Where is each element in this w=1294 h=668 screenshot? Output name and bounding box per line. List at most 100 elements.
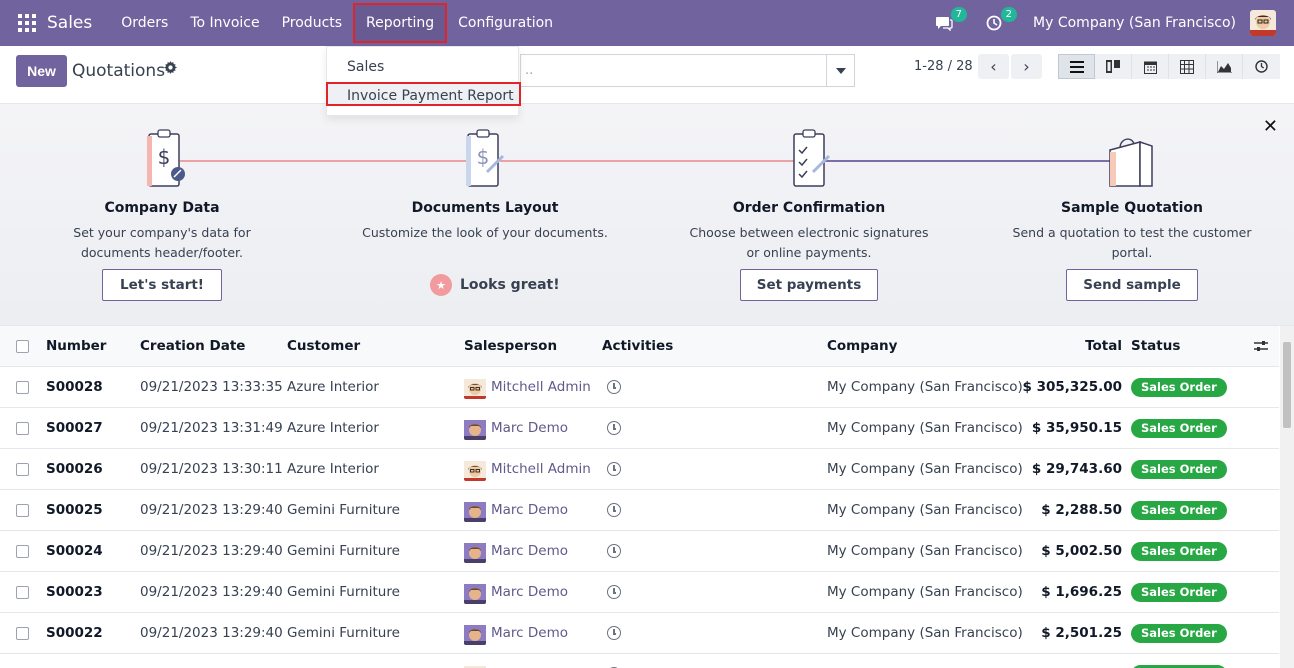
avatar xyxy=(464,418,486,440)
clock-icon[interactable] xyxy=(607,421,621,435)
menu-products[interactable]: Products xyxy=(271,0,353,46)
col-company[interactable]: Company xyxy=(827,326,897,367)
status-badge: Sales Order xyxy=(1131,583,1227,602)
new-button[interactable]: New xyxy=(16,55,67,87)
menu-item-invoice-payment-report[interactable]: Invoice Payment Report xyxy=(326,82,521,106)
row-checkbox[interactable] xyxy=(16,504,29,517)
reporting-dropdown: Sales Invoice Payment Report xyxy=(326,46,521,116)
col-creation-date[interactable]: Creation Date xyxy=(140,326,245,367)
cell-salesperson[interactable] xyxy=(464,654,491,668)
cell-number: S00027 xyxy=(46,420,103,436)
menu-configuration[interactable]: Configuration xyxy=(447,0,564,46)
page-title: Quotations xyxy=(72,61,166,81)
clock-icon[interactable] xyxy=(607,626,621,640)
step-title: Documents Layout xyxy=(411,200,559,216)
graph-view-button[interactable] xyxy=(1206,54,1243,79)
clock-icon[interactable] xyxy=(607,380,621,394)
onboarding-step-order-confirmation: Order Confirmation Choose between electr… xyxy=(669,104,949,326)
table-row[interactable]: S00022 09/21/2023 13:29:40 Gemini Furnitur… xyxy=(0,613,1279,654)
cell-number: S00023 xyxy=(46,584,103,600)
cell-creation-date: 09/21/2023 13:33:35 xyxy=(140,379,283,395)
table-row[interactable]: Sales Order xyxy=(0,654,1279,668)
step-done-indicator: ★ Looks great! xyxy=(430,274,560,296)
table-row[interactable]: S00023 09/21/2023 13:29:40 Gemini Furnitur… xyxy=(0,572,1279,613)
row-checkbox[interactable] xyxy=(16,381,29,394)
menu-to-invoice[interactable]: To Invoice xyxy=(179,0,270,46)
row-checkbox[interactable] xyxy=(16,545,29,558)
clock-icon[interactable] xyxy=(607,503,621,517)
salesperson-name: Marc Demo xyxy=(491,625,568,641)
row-checkbox[interactable] xyxy=(16,463,29,476)
select-all-checkbox[interactable] xyxy=(16,340,29,353)
app-brand[interactable]: Sales xyxy=(47,13,92,33)
clock-icon[interactable] xyxy=(607,585,621,599)
calendar-icon xyxy=(1143,61,1157,74)
lets-start-button[interactable]: Let's start! xyxy=(102,269,222,301)
pager-next-button[interactable]: › xyxy=(1011,54,1042,79)
clock-icon[interactable] xyxy=(607,462,621,476)
row-checkbox[interactable] xyxy=(16,422,29,435)
col-number[interactable]: Number xyxy=(46,326,106,367)
table-row[interactable]: S00026 09/21/2023 13:30:11 Azure Interior M… xyxy=(0,449,1279,490)
cell-salesperson[interactable]: Marc Demo xyxy=(464,613,568,654)
cell-customer: Gemini Furniture xyxy=(287,502,400,518)
activity-view-button[interactable] xyxy=(1243,54,1280,79)
step-description: Customize the look of your documents. xyxy=(362,225,608,240)
company-switcher[interactable]: My Company (San Francisco) xyxy=(1033,15,1236,31)
activities-button[interactable]: 2 xyxy=(983,7,1018,34)
cell-creation-date: 09/21/2023 13:30:11 xyxy=(140,461,283,477)
col-status[interactable]: Status xyxy=(1131,326,1180,367)
cell-salesperson[interactable]: Marc Demo xyxy=(464,531,568,572)
activities-count-badge: 2 xyxy=(1000,7,1018,22)
user-avatar[interactable] xyxy=(1250,10,1276,36)
kanban-view-button[interactable] xyxy=(1095,54,1132,79)
menu-reporting[interactable]: Reporting xyxy=(353,3,448,43)
avatar xyxy=(464,664,486,668)
status-badge: Sales Order xyxy=(1131,542,1227,561)
cell-creation-date: 09/21/2023 13:29:40 xyxy=(140,543,283,559)
pivot-view-button[interactable] xyxy=(1169,54,1206,79)
scrollbar-thumb[interactable] xyxy=(1283,342,1291,428)
step-description: Set your company's data for documents he… xyxy=(73,225,251,260)
send-sample-button[interactable]: Send sample xyxy=(1066,269,1198,301)
pager-value[interactable]: 1-28 / 28 xyxy=(914,59,973,74)
cell-number: S00024 xyxy=(46,543,103,559)
list-view-button[interactable] xyxy=(1058,54,1095,79)
table-row[interactable]: S00025 09/21/2023 13:29:40 Gemini Furnitur… xyxy=(0,490,1279,531)
table-row[interactable]: S00024 09/21/2023 13:29:40 Gemini Furnitur… xyxy=(0,531,1279,572)
step-title: Order Confirmation xyxy=(732,200,886,216)
scrollbar[interactable] xyxy=(1280,326,1294,668)
col-customer[interactable]: Customer xyxy=(287,326,360,367)
col-salesperson[interactable]: Salesperson xyxy=(464,326,557,367)
col-activities[interactable]: Activities xyxy=(602,326,673,367)
messages-count-badge: 7 xyxy=(950,7,968,22)
salesperson-name: Marc Demo xyxy=(491,543,568,559)
gear-icon[interactable] xyxy=(164,61,177,78)
salesperson-name: Marc Demo xyxy=(491,420,568,436)
search-options-toggle[interactable] xyxy=(826,54,855,87)
messages-button[interactable]: 7 xyxy=(933,7,968,34)
salesperson-name: Mitchell Admin xyxy=(491,379,591,395)
menu-item-sales[interactable]: Sales xyxy=(327,55,518,79)
cell-salesperson[interactable]: Marc Demo xyxy=(464,572,568,613)
cell-salesperson[interactable]: Mitchell Admin xyxy=(464,367,591,408)
pager-previous-button[interactable]: ‹ xyxy=(978,54,1009,79)
apps-grid-icon[interactable] xyxy=(18,14,36,32)
row-checkbox[interactable] xyxy=(16,586,29,599)
table-row[interactable]: S00028 09/21/2023 13:33:35 Azure Interior M… xyxy=(0,367,1279,408)
column-options-icon[interactable] xyxy=(1254,340,1268,352)
table-row[interactable]: S00027 09/21/2023 13:31:49 Azure Interior M… xyxy=(0,408,1279,449)
onboarding-step-sample-quotation: Sample Quotation Send a quotation to tes… xyxy=(992,104,1272,326)
cell-salesperson[interactable]: Marc Demo xyxy=(464,490,568,531)
search-input[interactable]: .. xyxy=(520,54,826,87)
cell-total: $ 29,743.60 xyxy=(1031,461,1122,477)
cell-salesperson[interactable]: Marc Demo xyxy=(464,408,568,449)
cell-company: My Company (San Francisco) xyxy=(827,379,1023,395)
col-total[interactable]: Total xyxy=(1085,326,1122,367)
set-payments-button[interactable]: Set payments xyxy=(740,269,878,301)
cell-salesperson[interactable]: Mitchell Admin xyxy=(464,449,591,490)
clock-icon[interactable] xyxy=(607,544,621,558)
row-checkbox[interactable] xyxy=(16,627,29,640)
menu-orders[interactable]: Orders xyxy=(110,0,179,46)
calendar-view-button[interactable] xyxy=(1132,54,1169,79)
